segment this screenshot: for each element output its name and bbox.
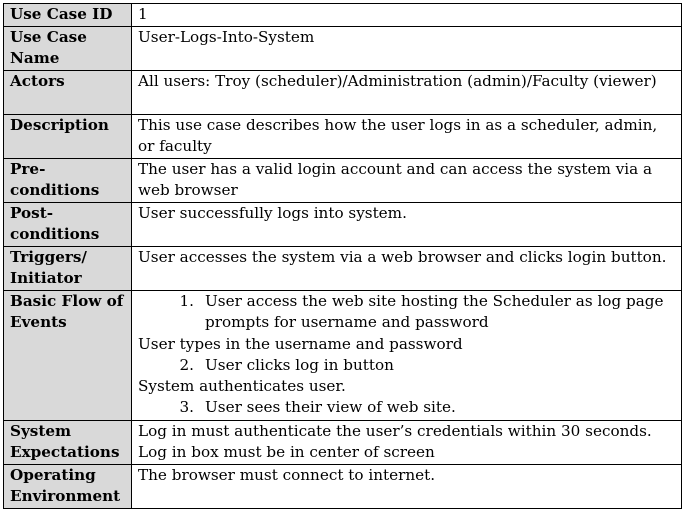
value-basic-flow: 1. User access the web site hosting the …: [131, 290, 682, 421]
flow-step-1-text: User access the web site hosting the Sch…: [205, 292, 664, 332]
row-system-expectations: System Expectations Log in must authenti…: [3, 420, 682, 465]
label-basic-flow: Basic Flow of Events: [3, 290, 132, 421]
value-use-case-name: User-Logs-Into-System: [131, 26, 682, 71]
flow-step-2-text: User clicks log in button: [205, 355, 394, 374]
flow-step-3: 3. User sees their view of web site.: [138, 397, 676, 418]
use-case-table: Use Case ID 1 Use Case Name User-Logs-In…: [3, 3, 682, 509]
row-use-case-id: Use Case ID 1: [3, 3, 682, 27]
flow-step-3-number: 3.: [179, 398, 195, 417]
value-operating-environment: The browser must connect to internet.: [131, 464, 682, 509]
expectation-line-2: Log in box must be in center of screen: [138, 443, 435, 462]
label-system-expectations: System Expectations: [3, 420, 132, 465]
row-preconditions: Pre-conditions The user has a valid logi…: [3, 158, 682, 203]
value-actors: All users: Troy (scheduler)/Administrati…: [131, 70, 682, 115]
row-basic-flow: Basic Flow of Events 1. User access the …: [3, 290, 682, 421]
flow-step-1: 1. User access the web site hosting the …: [138, 292, 676, 334]
value-triggers: User accesses the system via a web brows…: [131, 246, 682, 291]
value-description: This use case describes how the user log…: [131, 114, 682, 159]
label-use-case-name: Use Case Name: [3, 26, 132, 71]
flow-step-3-text: User sees their view of web site.: [205, 398, 456, 417]
row-use-case-name: Use Case Name User-Logs-Into-System: [3, 26, 682, 71]
label-postconditions: Post-conditions: [3, 202, 132, 247]
label-triggers: Triggers/ Initiator: [3, 246, 132, 291]
label-use-case-id: Use Case ID: [3, 3, 132, 27]
row-triggers: Triggers/ Initiator User accesses the sy…: [3, 246, 682, 291]
flow-step-1-number: 1.: [179, 292, 195, 310]
label-description: Description: [3, 114, 132, 159]
value-system-expectations: Log in must authenticate the user’s cred…: [131, 420, 682, 465]
label-actors: Actors: [3, 70, 132, 115]
label-operating-environment: Operating Environment: [3, 464, 132, 509]
expectation-line-1: Log in must authenticate the user’s cred…: [138, 422, 652, 440]
flow-step-2-number: 2.: [179, 355, 195, 374]
row-operating-environment: Operating Environment The browser must c…: [3, 464, 682, 509]
flow-step-2: 2. User clicks log in button: [138, 355, 676, 376]
row-actors: Actors All users: Troy (scheduler)/Admin…: [3, 70, 682, 115]
row-description: Description This use case describes how …: [3, 114, 682, 159]
value-use-case-id: 1: [131, 3, 682, 27]
label-preconditions: Pre-conditions: [3, 158, 132, 203]
row-postconditions: Post-conditions User successfully logs i…: [3, 202, 682, 247]
flow-note-1: User types in the username and password: [138, 334, 463, 353]
value-preconditions: The user has a valid login account and c…: [131, 158, 682, 203]
flow-note-2: System authenticates user.: [138, 377, 346, 396]
use-case-document: Use Case ID 1 Use Case Name User-Logs-In…: [3, 3, 682, 509]
value-postconditions: User successfully logs into system.: [131, 202, 682, 247]
